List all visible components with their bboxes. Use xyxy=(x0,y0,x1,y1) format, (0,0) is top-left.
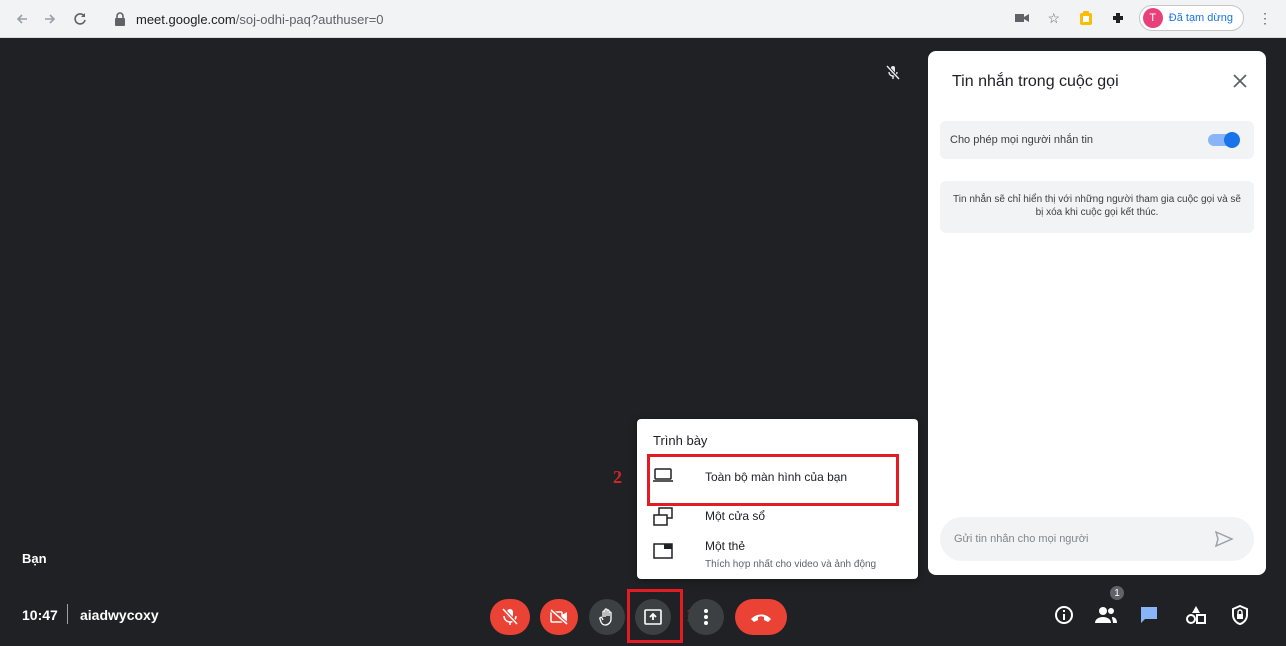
camera-off-icon xyxy=(550,609,568,625)
meeting-clock: 10:47 xyxy=(22,607,58,623)
people-button[interactable] xyxy=(1093,602,1119,628)
camera-toggle-button[interactable] xyxy=(540,599,578,635)
info-icon xyxy=(1055,606,1073,624)
send-icon[interactable] xyxy=(1214,529,1234,549)
allow-messages-label: Cho phép mọi người nhắn tin xyxy=(950,134,1093,146)
meeting-stage: Bạn Tin nhắn trong cuộc gọi Cho phép mọi… xyxy=(0,39,1286,646)
mic-off-indicator-icon xyxy=(885,64,901,84)
message-input[interactable] xyxy=(940,517,1200,561)
profile-button[interactable]: T Đã tạm dừng xyxy=(1138,5,1244,31)
step2-highlight-box xyxy=(647,454,899,506)
divider xyxy=(67,604,68,624)
avatar: T xyxy=(1142,8,1163,28)
present-window-item[interactable]: Một cửa sổ xyxy=(637,503,918,541)
extensions-icon[interactable] xyxy=(1107,5,1129,31)
more-options-button[interactable] xyxy=(688,599,724,635)
url-path: /soj-odhi-paq?authuser=0 xyxy=(235,11,384,27)
star-icon[interactable]: ☆ xyxy=(1043,5,1065,31)
hand-icon xyxy=(599,608,612,626)
self-tile-label: Bạn xyxy=(22,551,47,566)
mic-toggle-button[interactable] xyxy=(490,599,530,635)
activities-shapes-icon xyxy=(1186,606,1206,624)
camera-icon[interactable] xyxy=(1011,5,1033,31)
step1-highlight-box xyxy=(627,589,683,643)
present-tab-item[interactable]: Một thẻ Thích hợp nhất cho video và ảnh … xyxy=(637,537,918,575)
chat-panel-title: Tin nhắn trong cuộc gọi xyxy=(952,73,1119,90)
reload-icon[interactable] xyxy=(66,5,94,33)
profile-status: Đã tạm dừng xyxy=(1168,12,1233,24)
leave-call-button[interactable] xyxy=(735,599,787,635)
meeting-details-button[interactable] xyxy=(1051,602,1077,628)
chat-icon xyxy=(1141,607,1157,623)
people-icon xyxy=(1095,607,1117,623)
message-input-container xyxy=(940,517,1254,561)
allow-messages-toggle[interactable] xyxy=(1208,132,1242,148)
host-controls-button[interactable] xyxy=(1227,602,1253,628)
back-icon[interactable] xyxy=(8,5,36,33)
url-host: meet.google.com xyxy=(136,11,236,27)
url-text: meet.google.com/soj-odhi-paq?authuser=0 xyxy=(136,12,384,27)
chat-button[interactable] xyxy=(1136,602,1162,628)
lock-icon xyxy=(114,12,128,26)
extension-puzzle-icon[interactable] xyxy=(1075,5,1097,31)
present-tab-label: Một thẻ xyxy=(705,539,746,553)
hang-up-icon xyxy=(751,614,771,622)
toggle-knob xyxy=(1224,132,1240,148)
present-window-label: Một cửa sổ xyxy=(705,509,766,523)
window-icon xyxy=(653,507,673,526)
meeting-code: aiadwycoxy xyxy=(80,607,159,623)
mic-off-icon xyxy=(502,608,518,626)
activities-button[interactable] xyxy=(1183,602,1209,628)
shield-lock-icon xyxy=(1232,605,1248,625)
chat-notice: Tin nhắn sẽ chỉ hiển thị với những người… xyxy=(940,181,1254,233)
chat-panel: Tin nhắn trong cuộc gọi Cho phép mọi ngư… xyxy=(928,51,1266,575)
forward-icon[interactable] xyxy=(36,5,64,33)
browser-actions: ☆ T Đã tạm dừng ⋮ xyxy=(1011,5,1276,31)
tab-icon xyxy=(653,543,673,561)
present-menu-title: Trình bày xyxy=(653,433,708,448)
raise-hand-button[interactable] xyxy=(589,599,625,635)
participant-count-badge: 1 xyxy=(1108,584,1126,602)
browser-menu-icon[interactable]: ⋮ xyxy=(1254,5,1276,31)
step2-annotation: 2 xyxy=(613,467,622,487)
present-tab-hint: Thích hợp nhất cho video và ảnh động xyxy=(705,559,877,570)
allow-messages-row: Cho phép mọi người nhắn tin xyxy=(940,121,1254,159)
close-icon[interactable] xyxy=(1228,69,1252,93)
browser-toolbar: meet.google.com/soj-odhi-paq?authuser=0 … xyxy=(0,0,1286,38)
more-vert-icon xyxy=(704,609,708,625)
